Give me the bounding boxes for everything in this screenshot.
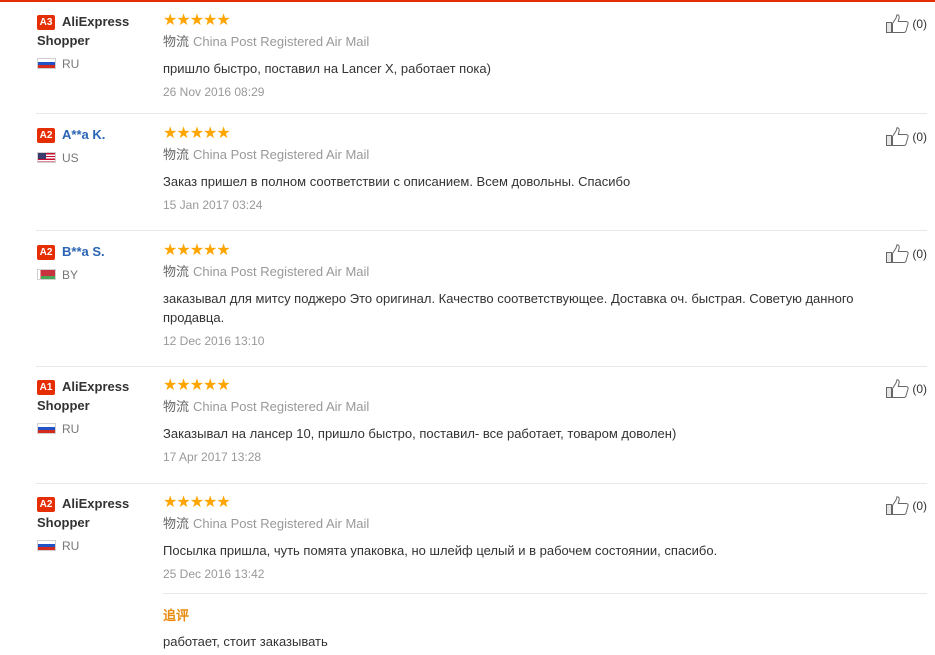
thumbs-up-icon (886, 244, 909, 263)
russia-flag-icon (37, 540, 56, 551)
logistics-label: 物流 (163, 265, 190, 280)
shipping-method: China Post Registered Air Mail (193, 399, 370, 414)
review-item: A3 AliExpress Shopper RU ★★★★★ 物流 China Pos… (0, 2, 935, 114)
review-body: ★★★★★ 物流 China Post Registered Air Mail п… (163, 12, 873, 100)
review-text: Заказывал на лансер 10, пришло быстро, п… (163, 426, 677, 441)
shipping-info: 物流 China Post Registered Air Mail (163, 147, 873, 164)
review-body: ★★★★★ 物流 China Post Registered Air Mail з… (163, 242, 873, 349)
thumbs-up-icon (886, 14, 909, 33)
reviewer-name: A1 AliExpress Shopper (37, 379, 130, 413)
reviewer-name[interactable]: A2 A**a K. (37, 125, 157, 144)
review-date: 15 Jan 2017 03:24 (163, 198, 263, 212)
reviewer-country: RU (37, 57, 157, 73)
star-rating: ★★★★★ (163, 10, 231, 29)
reviewer-info: A2 A**a K. US (37, 125, 157, 167)
star-rating: ★★★★★ (163, 123, 231, 142)
helpful-count: (0) (912, 17, 927, 31)
russia-flag-icon (37, 423, 56, 434)
helpful-button[interactable]: (0) (886, 127, 927, 147)
shipping-info: 物流 China Post Registered Air Mail (163, 264, 873, 281)
logistics-label: 物流 (163, 517, 190, 532)
reviewer-info: A3 AliExpress Shopper RU (37, 12, 157, 73)
review-date: 12 Dec 2016 13:10 (163, 334, 265, 348)
review-divider (36, 113, 927, 114)
review-date: 17 Apr 2017 13:28 (163, 450, 262, 464)
review-body: ★★★★★ 物流 China Post Registered Air Mail П… (163, 494, 873, 582)
review-item: A2 AliExpress Shopper RU ★★★★★ 物流 China Pos… (0, 484, 935, 655)
reviewer-country: BY (37, 268, 157, 284)
thumbs-up-icon (886, 127, 909, 146)
reviewer-country: US (37, 151, 157, 167)
thumbs-up-icon (886, 379, 909, 398)
reviewer-info: A1 AliExpress Shopper RU (37, 377, 157, 438)
reviewer-name[interactable]: A2 B**a S. (37, 242, 157, 261)
review-text: пришло быстро, поставил на Lancer X, раб… (163, 61, 491, 76)
russia-flag-icon (37, 58, 56, 69)
review-date: 25 Dec 2016 13:42 (163, 567, 265, 581)
reviewer-info: A2 AliExpress Shopper RU (37, 494, 157, 555)
helpful-count: (0) (912, 499, 927, 513)
buyer-level-badge: A1 (37, 380, 55, 395)
helpful-count: (0) (912, 130, 927, 144)
star-rating: ★★★★★ (163, 240, 231, 259)
followup-title: 追评 (163, 609, 190, 624)
review-date: 26 Nov 2016 08:29 (163, 85, 265, 99)
logistics-label: 物流 (163, 400, 190, 415)
review-text: заказывал для митсу поджеро Это оригинал… (163, 291, 854, 325)
review-item: A2 B**a S. BY ★★★★★ 物流 China Post Register… (0, 232, 935, 367)
followup-text: работает, стоит заказывать (163, 634, 328, 649)
shipping-method: China Post Registered Air Mail (193, 34, 370, 49)
star-rating: ★★★★★ (163, 375, 231, 394)
review-body: ★★★★★ 物流 China Post Registered Air Mail З… (163, 377, 873, 465)
belarus-flag-icon (37, 269, 56, 280)
reviewer-name: A3 AliExpress Shopper (37, 14, 130, 48)
helpful-button[interactable]: (0) (886, 379, 927, 399)
buyer-level-badge: A2 (37, 497, 55, 512)
shipping-info: 物流 China Post Registered Air Mail (163, 516, 873, 533)
logistics-label: 物流 (163, 148, 190, 163)
followup-divider (163, 593, 927, 594)
helpful-button[interactable]: (0) (886, 244, 927, 264)
buyer-level-badge: A3 (37, 15, 55, 30)
helpful-count: (0) (912, 247, 927, 261)
shipping-method: China Post Registered Air Mail (193, 516, 370, 531)
reviewer-name: A2 AliExpress Shopper (37, 496, 130, 530)
reviewer-country: RU (37, 422, 157, 438)
shipping-info: 物流 China Post Registered Air Mail (163, 34, 873, 51)
logistics-label: 物流 (163, 35, 190, 50)
star-rating: ★★★★★ (163, 492, 231, 511)
buyer-level-badge: A2 (37, 245, 55, 260)
shipping-method: China Post Registered Air Mail (193, 264, 370, 279)
usa-flag-icon (37, 152, 56, 163)
helpful-count: (0) (912, 382, 927, 396)
thumbs-up-icon (886, 496, 909, 515)
helpful-button[interactable]: (0) (886, 14, 927, 34)
review-text: Заказ пришел в полном соответствии с опи… (163, 174, 631, 189)
shipping-method: China Post Registered Air Mail (193, 147, 370, 162)
review-item: A2 A**a K. US ★★★★★ 物流 China Post Register… (0, 115, 935, 231)
review-text: Посылка пришла, чуть помята упаковка, но… (163, 543, 718, 558)
shipping-info: 物流 China Post Registered Air Mail (163, 399, 873, 416)
review-body: ★★★★★ 物流 China Post Registered Air Mail З… (163, 125, 873, 213)
reviewer-info: A2 B**a S. BY (37, 242, 157, 284)
helpful-button[interactable]: (0) (886, 496, 927, 516)
review-divider (36, 230, 927, 231)
reviewer-country: RU (37, 539, 157, 555)
review-item: A1 AliExpress Shopper RU ★★★★★ 物流 China Pos… (0, 367, 935, 484)
buyer-level-badge: A2 (37, 128, 55, 143)
